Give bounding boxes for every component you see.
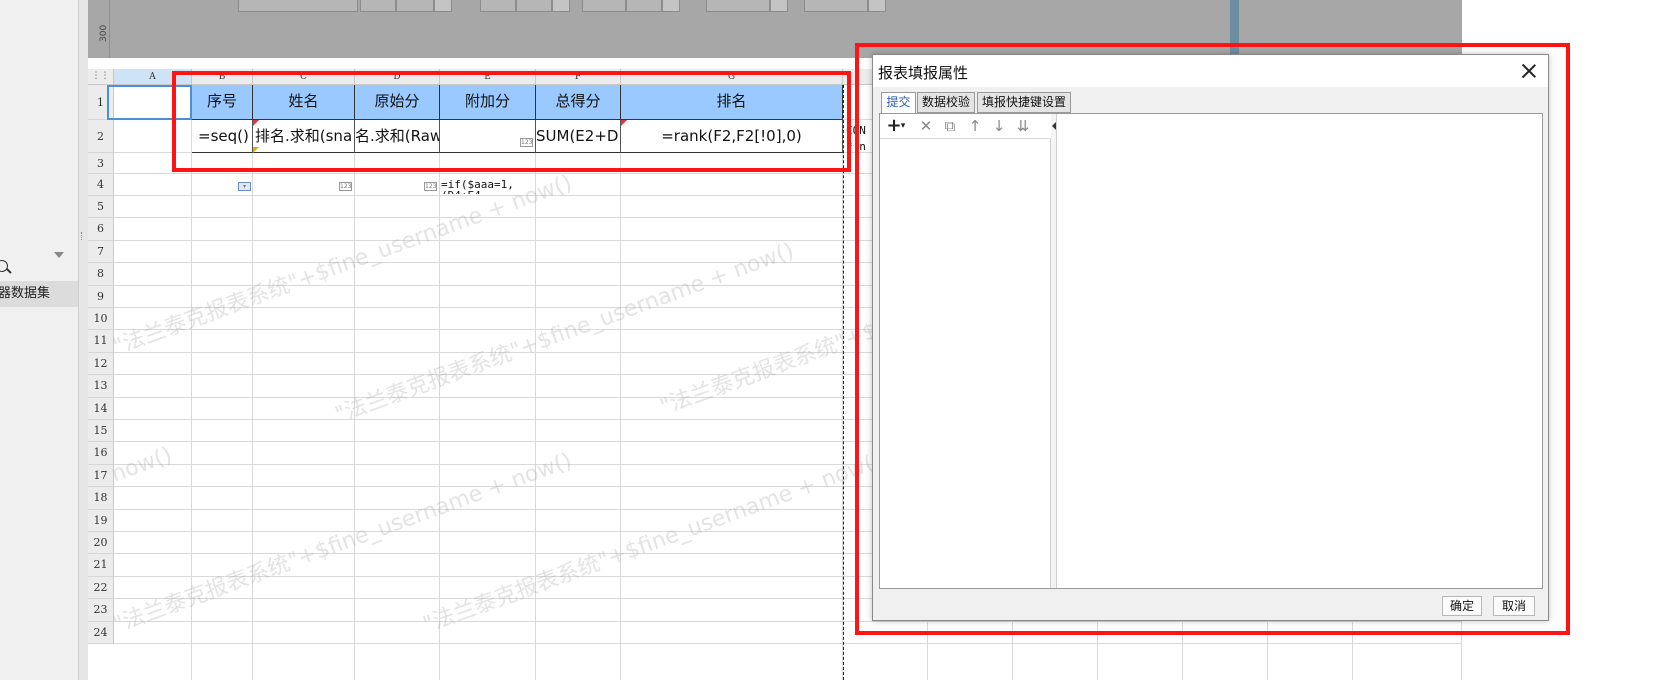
row-header-9[interactable]: 9 xyxy=(88,285,114,308)
splitter-grip-icon xyxy=(81,232,83,240)
dataset-panel: 器数据集 xyxy=(0,0,78,680)
row-header-4[interactable]: 4 xyxy=(88,174,114,196)
panel-splitter[interactable] xyxy=(78,0,88,680)
toolbar-field xyxy=(360,0,396,12)
grid-col-line xyxy=(354,85,355,680)
toolbar-field xyxy=(516,0,552,12)
toolbar-field-button xyxy=(552,0,570,12)
row-header-14[interactable]: 14 xyxy=(88,397,114,420)
toolbar-field-button xyxy=(770,0,788,12)
row-header-10[interactable]: 10 xyxy=(88,308,114,331)
row-header-7[interactable]: 7 xyxy=(88,240,114,264)
row-header-19[interactable]: 19 xyxy=(88,509,114,532)
highlight-box-dialog xyxy=(855,43,1570,635)
toolbar-field-button xyxy=(434,0,452,12)
row-header-20[interactable]: 20 xyxy=(88,532,114,555)
toolbar-field-button xyxy=(662,0,680,12)
row-header-3[interactable]: 3 xyxy=(88,153,114,174)
chevron-down-icon[interactable] xyxy=(54,252,64,258)
toolbar-field xyxy=(480,0,516,12)
ruler-label: 300 xyxy=(99,24,109,42)
designer-window: 器数据集 300 ⋮⋮ ABCDEFG 1 2 3 4 5 6 7 8 9 10 11 12 13 14 1… xyxy=(0,0,1664,680)
watermark: "法兰泰克报表系统"+$fine_username + now() xyxy=(420,448,886,639)
number-tag-icon: 123 xyxy=(339,182,352,191)
server-dataset-item[interactable]: 器数据集 xyxy=(0,281,78,307)
search-icon[interactable] xyxy=(0,260,8,272)
select-all-corner[interactable]: ⋮⋮ xyxy=(88,69,114,85)
row-header-15[interactable]: 15 xyxy=(88,420,114,443)
grid-col-line xyxy=(620,85,621,680)
toolbar-field xyxy=(238,0,358,12)
grid-col-line xyxy=(191,85,192,680)
toolbar-field xyxy=(582,0,626,12)
dropdown-widget-icon[interactable]: ▾ xyxy=(238,182,251,191)
row-header-12[interactable]: 12 xyxy=(88,352,114,376)
row-header-2[interactable]: 2 xyxy=(88,120,114,153)
row-header-23[interactable]: 23 xyxy=(88,599,114,622)
toolbar-field xyxy=(804,0,868,12)
toolbar-field xyxy=(706,0,770,12)
grid-col-line xyxy=(535,85,536,680)
row4-formula-cell-line2: (D4+E4 xyxy=(441,190,536,194)
row-header-6[interactable]: 6 xyxy=(88,218,114,241)
grid-col-line xyxy=(439,85,440,680)
row-header-5[interactable]: 5 xyxy=(88,196,114,219)
dataset-label: 器数据集 xyxy=(0,286,51,301)
row-header-13[interactable]: 13 xyxy=(88,375,114,398)
row-header-22[interactable]: 22 xyxy=(88,576,114,600)
page-boundary xyxy=(843,85,844,680)
row-header-24[interactable]: 24 xyxy=(88,621,114,644)
grid-col-line xyxy=(252,85,253,680)
grid-row-line xyxy=(114,643,1462,644)
toolbar-field xyxy=(626,0,662,12)
toolbar-field-button xyxy=(868,0,886,12)
watermark: "法兰泰克报表系统"+$fine_username + now() xyxy=(110,448,576,639)
row-header-17[interactable]: 17 xyxy=(88,464,114,488)
row-header-18[interactable]: 18 xyxy=(88,487,114,510)
number-tag-icon: 123 xyxy=(424,182,437,191)
row-header-16[interactable]: 16 xyxy=(88,442,114,465)
watermark: now() xyxy=(108,442,176,488)
row-header-21[interactable]: 21 xyxy=(88,554,114,577)
row-header-8[interactable]: 8 xyxy=(88,263,114,286)
row-header-11[interactable]: 11 xyxy=(88,330,114,353)
toolbar-field xyxy=(396,0,434,12)
highlight-box-table xyxy=(172,71,851,172)
